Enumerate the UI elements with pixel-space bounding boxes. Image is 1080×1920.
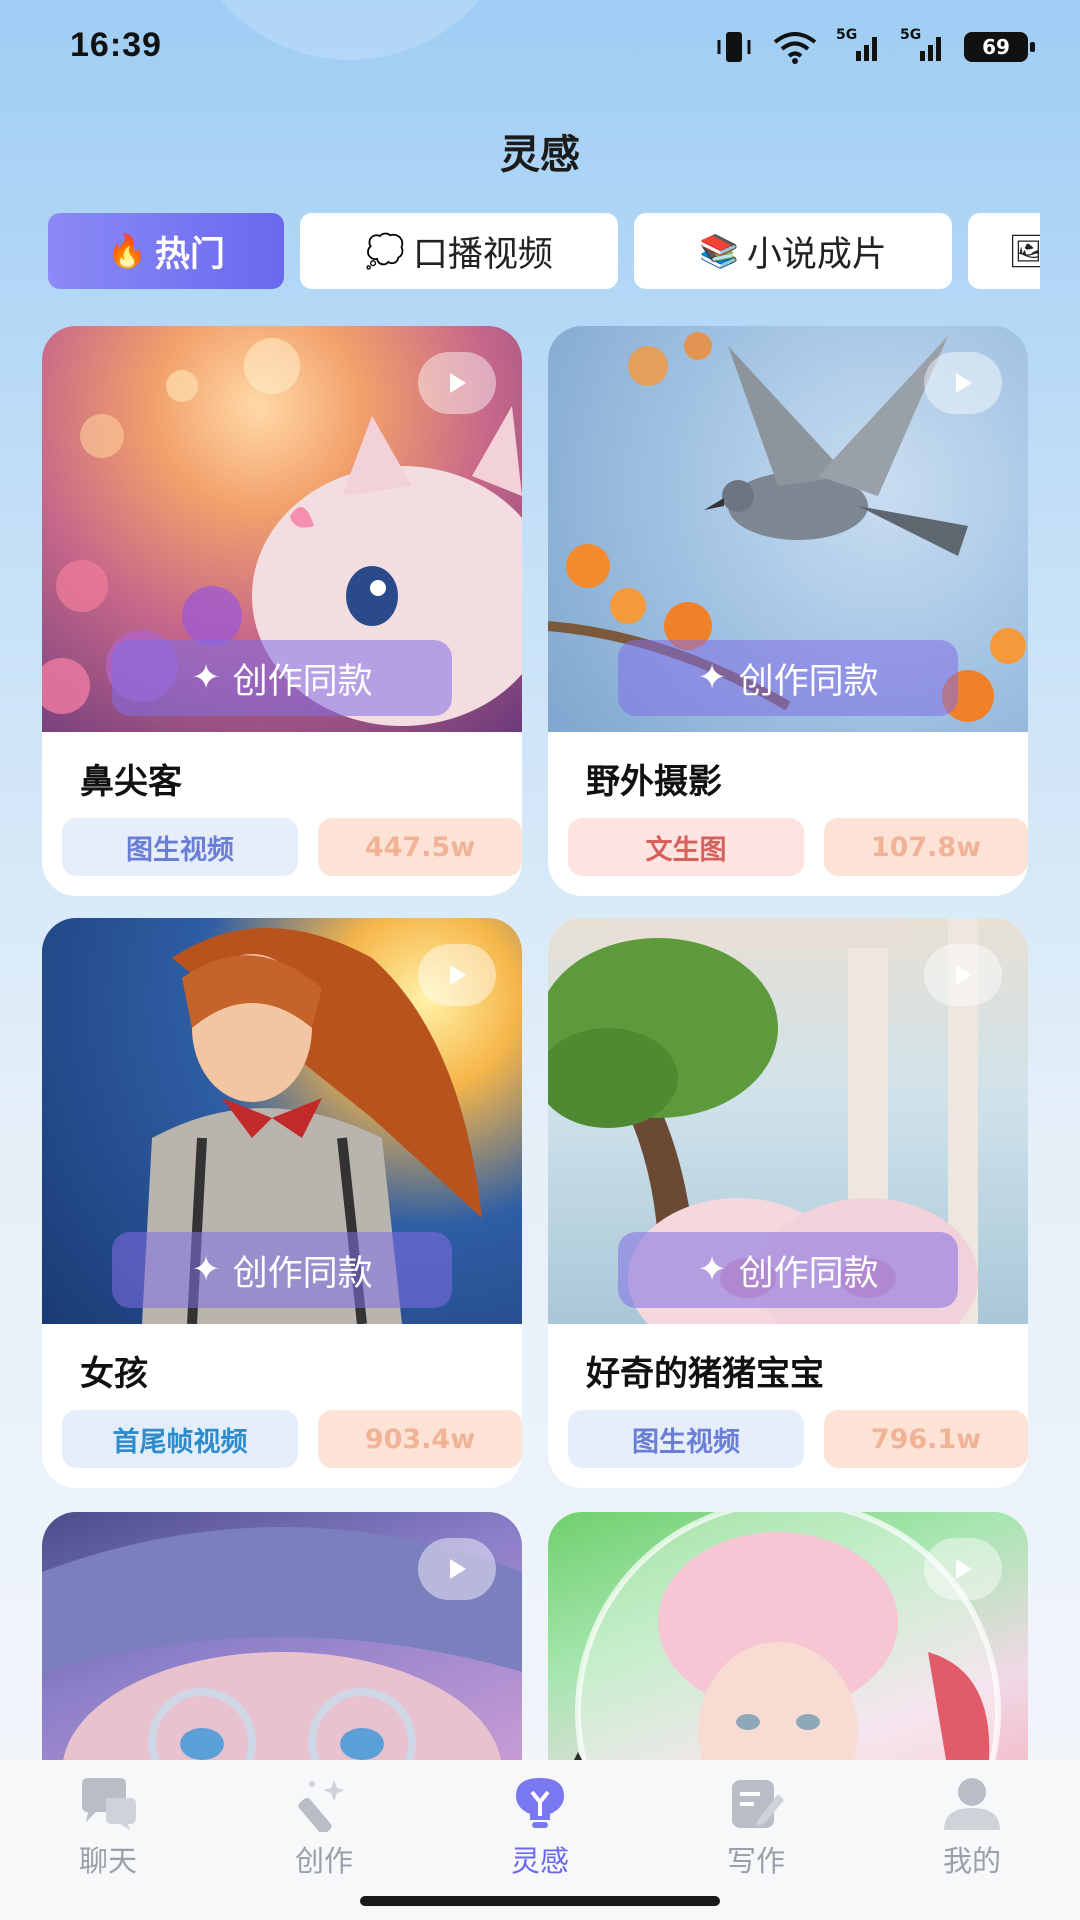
create-same-button[interactable]: ✦ 创作同款 (112, 640, 452, 716)
play-button[interactable] (924, 352, 1002, 414)
user-icon (944, 1778, 1000, 1830)
nav-profile[interactable]: 我的 (902, 1776, 1042, 1880)
sparkle-icon: ✦ (697, 658, 727, 698)
sparkle-icon: ✦ (697, 1250, 727, 1290)
nav-create[interactable]: 创作 (254, 1776, 394, 1880)
signal-5g-2: 5G (900, 27, 946, 63)
play-button[interactable] (418, 1538, 496, 1600)
sparkle-icon: ✦ (191, 658, 221, 698)
play-icon (956, 373, 972, 393)
inspiration-card[interactable]: ✦ 创作同款 好奇的猪猪宝宝 图生视频 796.1w (548, 918, 1028, 1488)
category-tabs: 🔥 热门 💭 口播视频 📚 小说成片 🖼 (48, 213, 1040, 291)
card-title: 好奇的猪猪宝宝 (586, 1354, 824, 1394)
create-same-button[interactable]: ✦ 创作同款 (618, 1232, 958, 1308)
battery-indicator: 69 (964, 32, 1035, 62)
tab-voice-video[interactable]: 💭 口播视频 (300, 213, 618, 289)
magic-wand-icon (298, 1780, 345, 1832)
create-label: 创作同款 (232, 661, 373, 702)
nav-inspiration[interactable]: 灵感 (470, 1776, 610, 1880)
nav-writing[interactable]: 写作 (686, 1776, 826, 1880)
nav-label: 写作 (726, 1844, 785, 1878)
signal-5g-1: 5G (836, 27, 882, 63)
status-bar: 16:39 5G 5G 69 (0, 0, 1080, 96)
tab-label: 热门 (154, 234, 225, 275)
usage-count: 796.1w (824, 1410, 1028, 1468)
create-same-button[interactable]: ✦ 创作同款 (618, 640, 958, 716)
status-icons: 5G 5G 69 (714, 27, 1035, 64)
type-tag[interactable]: 文生图 (568, 818, 804, 876)
card-title: 女孩 (80, 1354, 148, 1394)
type-tag[interactable]: 图生视频 (62, 818, 298, 876)
nav-label: 创作 (294, 1844, 353, 1878)
lightbulb-icon (516, 1778, 564, 1828)
create-label: 创作同款 (738, 1253, 879, 1294)
page-title: 灵感 (500, 132, 580, 178)
tab-novel-film[interactable]: 📚 小说成片 (634, 213, 952, 289)
play-button[interactable] (418, 352, 496, 414)
create-label: 创作同款 (738, 661, 879, 702)
fire-icon: 🔥 (107, 232, 147, 270)
picture-icon: 🖼 (1008, 232, 1040, 270)
sparkle-icon: ✦ (191, 1250, 221, 1290)
status-time: 16:39 (70, 26, 162, 64)
create-same-button[interactable]: ✦ 创作同款 (112, 1232, 452, 1308)
card-image: ✦ 创作同款 (42, 918, 522, 1324)
play-button[interactable] (418, 944, 496, 1006)
tab-label: 小说成片 (746, 234, 887, 275)
edit-icon (732, 1780, 784, 1828)
play-icon (956, 965, 972, 985)
wifi-icon (773, 32, 817, 64)
inspiration-card[interactable]: ✦ 创作同款 女孩 首尾帧视频 903.4w (42, 918, 522, 1488)
play-button[interactable] (924, 1538, 1002, 1600)
nav-label: 我的 (942, 1844, 1001, 1878)
tab-hot[interactable]: 🔥 热门 (48, 213, 284, 289)
card-image: ✦ 创作同款 (42, 326, 522, 732)
type-tag[interactable]: 图生视频 (568, 1410, 804, 1468)
inspiration-card[interactable]: ✦ 创作同款 鼻尖客 图生视频 447.5w (42, 326, 522, 896)
bottom-nav: 聊天 创作 灵感 写作 我的 (0, 1760, 1080, 1920)
play-button[interactable] (924, 944, 1002, 1006)
type-tag[interactable]: 首尾帧视频 (62, 1410, 298, 1468)
card-title: 野外摄影 (586, 762, 722, 802)
play-icon (956, 1559, 972, 1579)
tab-picture[interactable]: 🖼 (968, 213, 1040, 289)
tab-label: 口播视频 (412, 234, 553, 275)
card-image: ✦ 创作同款 (548, 918, 1028, 1324)
nav-label: 灵感 (510, 1844, 569, 1878)
vibrate-icon (717, 32, 751, 62)
chat-icon (82, 1778, 136, 1830)
thought-bubble-icon: 💭 (365, 232, 405, 270)
nav-label: 聊天 (78, 1844, 137, 1878)
inspiration-card[interactable]: ✦ 创作同款 野外摄影 文生图 107.8w (548, 326, 1028, 896)
home-indicator[interactable] (360, 1896, 720, 1906)
card-image: ✦ 创作同款 (548, 326, 1028, 732)
usage-count: 107.8w (824, 818, 1028, 876)
usage-count: 903.4w (318, 1410, 522, 1468)
play-icon (450, 965, 466, 985)
card-title: 鼻尖客 (80, 762, 182, 802)
books-icon: 📚 (699, 232, 739, 270)
create-label: 创作同款 (232, 1253, 373, 1294)
usage-count: 447.5w (318, 818, 522, 876)
nav-chat[interactable]: 聊天 (38, 1776, 178, 1880)
play-icon (450, 1559, 466, 1579)
play-icon (450, 373, 466, 393)
